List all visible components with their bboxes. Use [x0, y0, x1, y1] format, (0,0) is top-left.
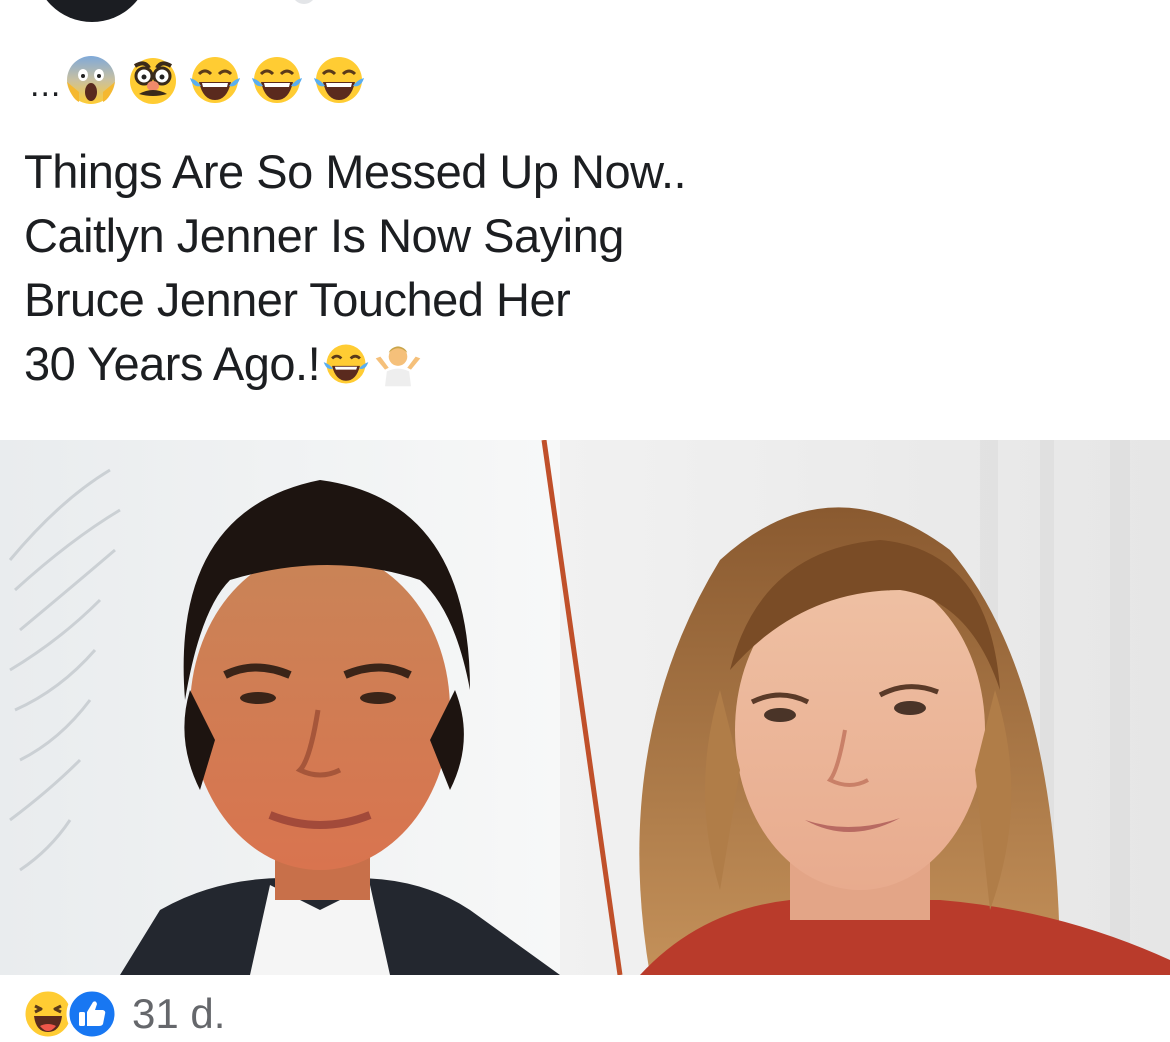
disguised-face-icon	[130, 58, 177, 104]
headline-line: Caitlyn Jenner Is Now Saying	[24, 209, 624, 262]
person-shrugging-icon	[375, 346, 421, 387]
face-screaming-in-fear-icon	[67, 56, 116, 104]
post-footer: 31 d.	[22, 986, 225, 1042]
post-photo[interactable]	[0, 440, 1170, 975]
face-with-tears-of-joy-icon	[323, 344, 369, 384]
headline-last-line: 30 Years Ago.!	[24, 332, 1024, 396]
like-reaction-icon[interactable]	[66, 988, 118, 1040]
post-headline: Things Are So Messed Up Now.. Caitlyn Je…	[24, 140, 1024, 396]
headline-line: 30 Years Ago.!	[24, 337, 321, 390]
headline-line: Things Are So Messed Up Now..	[24, 145, 687, 198]
more-options-icon[interactable]	[292, 0, 316, 4]
face-with-tears-of-joy-icon	[314, 57, 365, 103]
post-screen: ... Things Are So Messed Up Now.. Caitly…	[0, 0, 1170, 1042]
post-emoji-line: ...	[30, 50, 373, 110]
ellipsis-text: ...	[30, 65, 62, 104]
face-with-tears-of-joy-icon	[252, 57, 303, 103]
author-avatar[interactable]	[34, 0, 150, 22]
post-age: 31 d.	[132, 990, 226, 1037]
face-with-tears-of-joy-icon	[190, 57, 241, 103]
headline-line: Bruce Jenner Touched Her	[24, 273, 571, 326]
post-image	[0, 440, 1170, 975]
